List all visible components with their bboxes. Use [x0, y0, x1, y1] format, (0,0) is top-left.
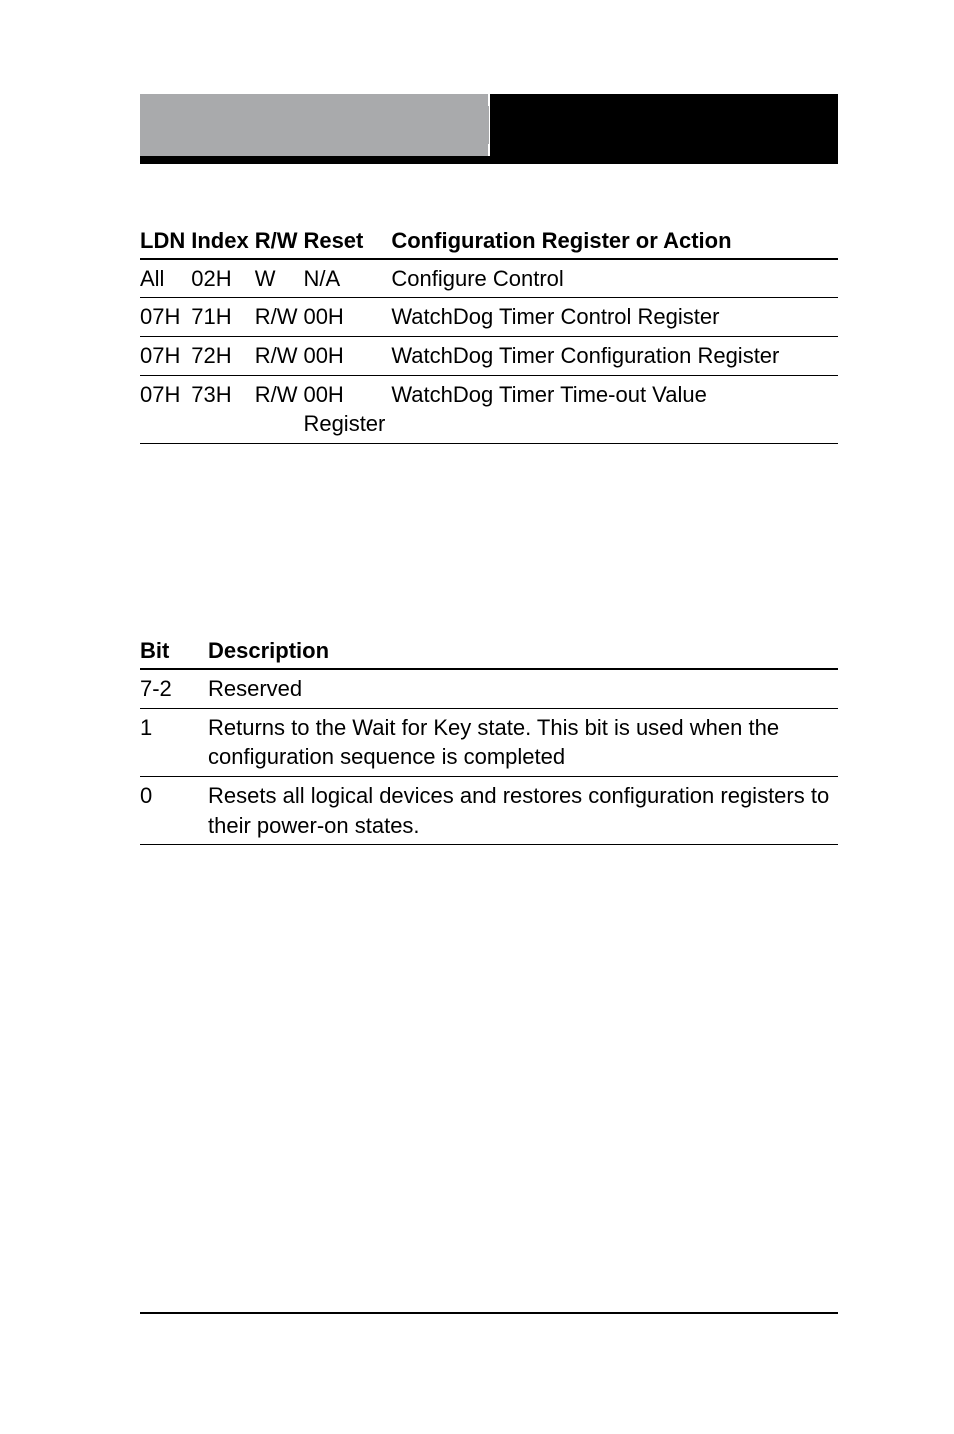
cell-reset: 00H: [303, 337, 391, 376]
cell-ldn: 07H: [140, 375, 191, 443]
cell-config: Configure Control: [391, 259, 838, 298]
cell-config: WatchDog Timer Time-out Value: [391, 375, 838, 443]
col-header-ldn: LDN: [140, 224, 191, 259]
cell-reset: 00H: [303, 298, 391, 337]
col-header-config: Configuration Register or Action: [391, 224, 838, 259]
content-area: LDN Index R/W Reset Configuration Regist…: [140, 164, 838, 845]
bit-description-table: Bit Description 7-2 Reserved 1 Returns t…: [140, 634, 838, 845]
footer-rule: [140, 1312, 838, 1314]
col-header-index: Index: [191, 224, 254, 259]
col-header-bit: Bit: [140, 634, 208, 669]
cell-rw: W: [255, 259, 304, 298]
header-bar: [140, 94, 838, 156]
table-row: 1 Returns to the Wait for Key state. Thi…: [140, 708, 838, 776]
cell-rw: R/W: [255, 375, 304, 443]
cell-bit: 7-2: [140, 669, 208, 708]
cell-rw: R/W: [255, 337, 304, 376]
cell-description: Resets all logical devices and restores …: [208, 776, 838, 844]
cell-reset: N/A: [303, 259, 391, 298]
cell-description: Returns to the Wait for Key state. This …: [208, 708, 838, 776]
table-row: 07H 72H R/W 00H WatchDog Timer Configura…: [140, 337, 838, 376]
cell-reset: 00H Register: [303, 375, 391, 443]
cell-ldn: All: [140, 259, 191, 298]
cell-ldn: 07H: [140, 337, 191, 376]
cell-rw: R/W: [255, 298, 304, 337]
bit-table-wrap: Bit Description 7-2 Reserved 1 Returns t…: [140, 634, 838, 845]
table-row: 07H 71H R/W 00H WatchDog Timer Control R…: [140, 298, 838, 337]
table-row: 07H 73H R/W 00H Register WatchDog Timer …: [140, 375, 838, 443]
col-header-reset: Reset: [303, 224, 391, 259]
register-table-header-row: LDN Index R/W Reset Configuration Regist…: [140, 224, 838, 259]
table-row: 0 Resets all logical devices and restore…: [140, 776, 838, 844]
cell-bit: 0: [140, 776, 208, 844]
col-header-description: Description: [208, 634, 838, 669]
header-right-block: [490, 94, 838, 156]
cell-config: WatchDog Timer Configuration Register: [391, 337, 838, 376]
cell-ldn: 07H: [140, 298, 191, 337]
table-row: All 02H W N/A Configure Control: [140, 259, 838, 298]
header-left-block: [140, 94, 488, 156]
register-table: LDN Index R/W Reset Configuration Regist…: [140, 224, 838, 444]
cell-description: Reserved: [208, 669, 838, 708]
cell-index: 02H: [191, 259, 254, 298]
cell-index: 71H: [191, 298, 254, 337]
cell-bit: 1: [140, 708, 208, 776]
bit-table-header-row: Bit Description: [140, 634, 838, 669]
cell-index: 72H: [191, 337, 254, 376]
cell-index: 73H: [191, 375, 254, 443]
col-header-rw: R/W: [255, 224, 304, 259]
page: LDN Index R/W Reset Configuration Regist…: [0, 0, 954, 1434]
cell-config: WatchDog Timer Control Register: [391, 298, 838, 337]
table-row: 7-2 Reserved: [140, 669, 838, 708]
